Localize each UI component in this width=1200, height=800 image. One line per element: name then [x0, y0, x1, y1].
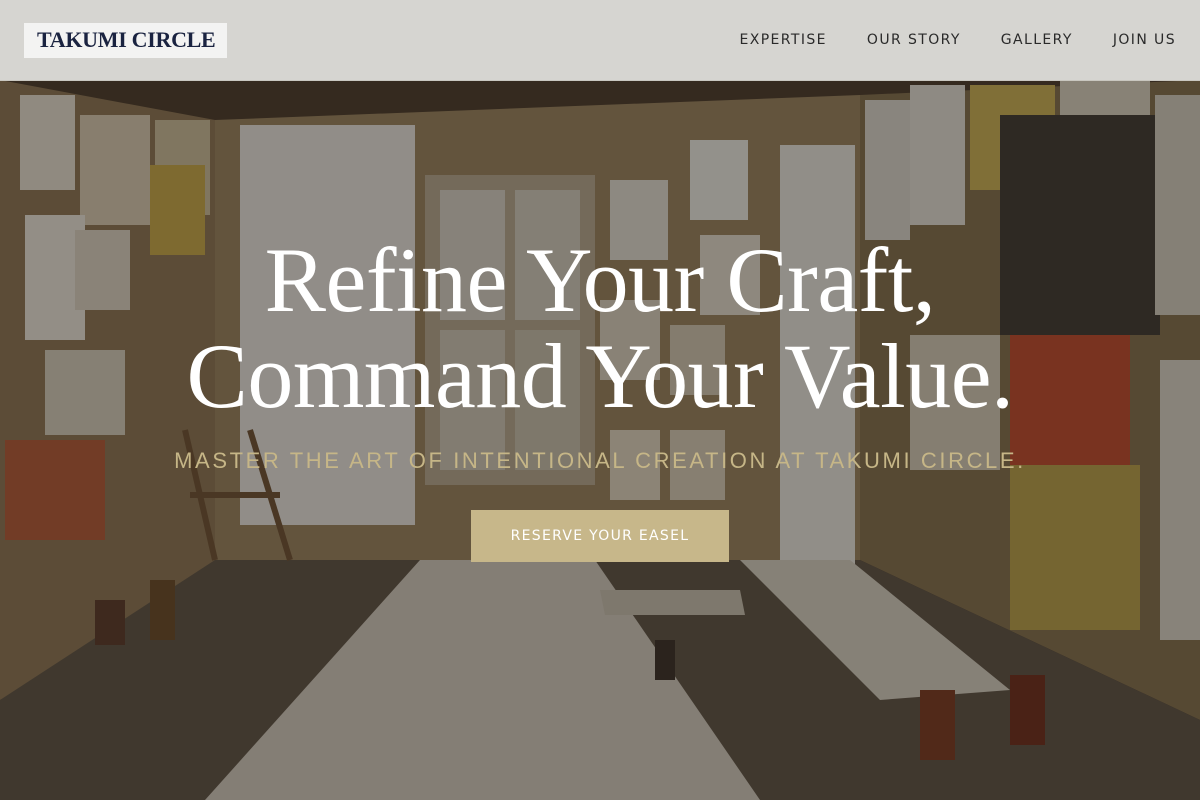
main-nav: EXPERTISE OUR STORY GALLERY JOIN US — [739, 32, 1176, 48]
hero-title-line-2: Command Your Value. — [186, 325, 1014, 427]
nav-item-gallery[interactable]: GALLERY — [1001, 32, 1073, 48]
hero-title-line-1: Refine Your Craft, — [264, 229, 936, 331]
hero-title: Refine Your Craft, Command Your Value. — [0, 232, 1200, 424]
nav-item-our-story[interactable]: OUR STORY — [867, 32, 961, 48]
reserve-easel-button[interactable]: RESERVE YOUR EASEL — [471, 510, 729, 562]
brand-logo[interactable]: TAKUMI CIRCLE — [24, 22, 228, 58]
nav-item-expertise[interactable]: EXPERTISE — [739, 32, 826, 48]
hero-subtitle: MASTER THE ART OF INTENTIONAL CREATION A… — [174, 448, 1026, 473]
hero-section: Refine Your Craft, Command Your Value. M… — [0, 232, 1200, 562]
nav-item-join-us[interactable]: JOIN US — [1113, 32, 1176, 48]
site-header: TAKUMI CIRCLE EXPERTISE OUR STORY GALLER… — [0, 0, 1200, 81]
